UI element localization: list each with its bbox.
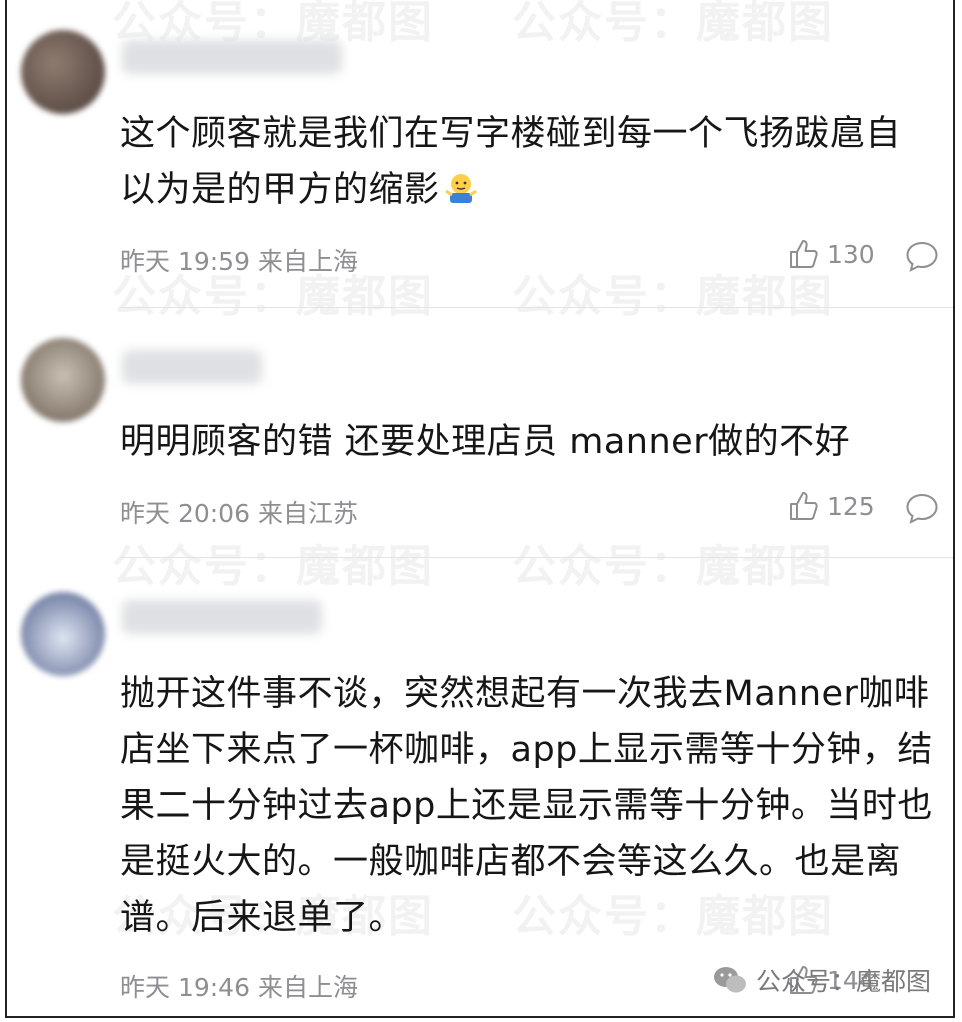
comment-text: 明明顾客的错 还要处理店员 manner做的不好 — [120, 422, 851, 462]
comment-bubble-icon[interactable] — [905, 240, 939, 272]
username-blurred[interactable] — [122, 40, 342, 74]
shrug-emoji-icon — [444, 174, 477, 203]
avatar[interactable] — [21, 338, 105, 422]
comment-meta: 昨天 19:59 来自上海 — [120, 247, 358, 276]
wechat-icon — [713, 967, 746, 993]
comment-meta: 昨天 19:46 来自上海 — [120, 973, 358, 1002]
username-blurred[interactable] — [122, 350, 262, 384]
comment-item: 这个顾客就是我们在写字楼碰到每一个飞扬跋扈自以为是的甲方的缩影 昨天 19:59… — [7, 0, 953, 308]
avatar[interactable] — [21, 592, 105, 676]
like-button[interactable]: 130 — [787, 238, 875, 270]
comment-list-frame: 公众号：魔都图 公众号：魔都图 公众号：魔都图 公众号：魔都图 公众号：魔都图 … — [5, 0, 955, 1018]
like-count: 125 — [827, 491, 875, 521]
avatar[interactable] — [21, 30, 105, 114]
brand-watermark: 公众号：魔都图 — [712, 962, 931, 998]
comment-text: 抛开这件事不谈，突然想起有一次我去Manner咖啡店坐下来点了一杯咖啡，app上… — [120, 674, 933, 938]
comment-meta: 昨天 20:06 来自江苏 — [120, 499, 358, 528]
comment-bubble-icon[interactable] — [905, 492, 939, 524]
thumbs-up-icon — [790, 492, 818, 520]
brand-text: 公众号：魔都图 — [755, 967, 931, 996]
like-count: 130 — [827, 239, 875, 269]
username-blurred[interactable] — [122, 600, 322, 634]
thumbs-up-icon — [790, 240, 818, 268]
like-button[interactable]: 125 — [787, 490, 875, 522]
comment-item: 抛开这件事不谈，突然想起有一次我去Manner咖啡店坐下来点了一杯咖啡，app上… — [7, 558, 953, 1016]
comment-text: 这个顾客就是我们在写字楼碰到每一个飞扬跋扈自以为是的甲方的缩影 — [120, 114, 902, 210]
comment-item: 明明顾客的错 还要处理店员 manner做的不好 昨天 20:06 来自江苏 1… — [7, 308, 953, 558]
